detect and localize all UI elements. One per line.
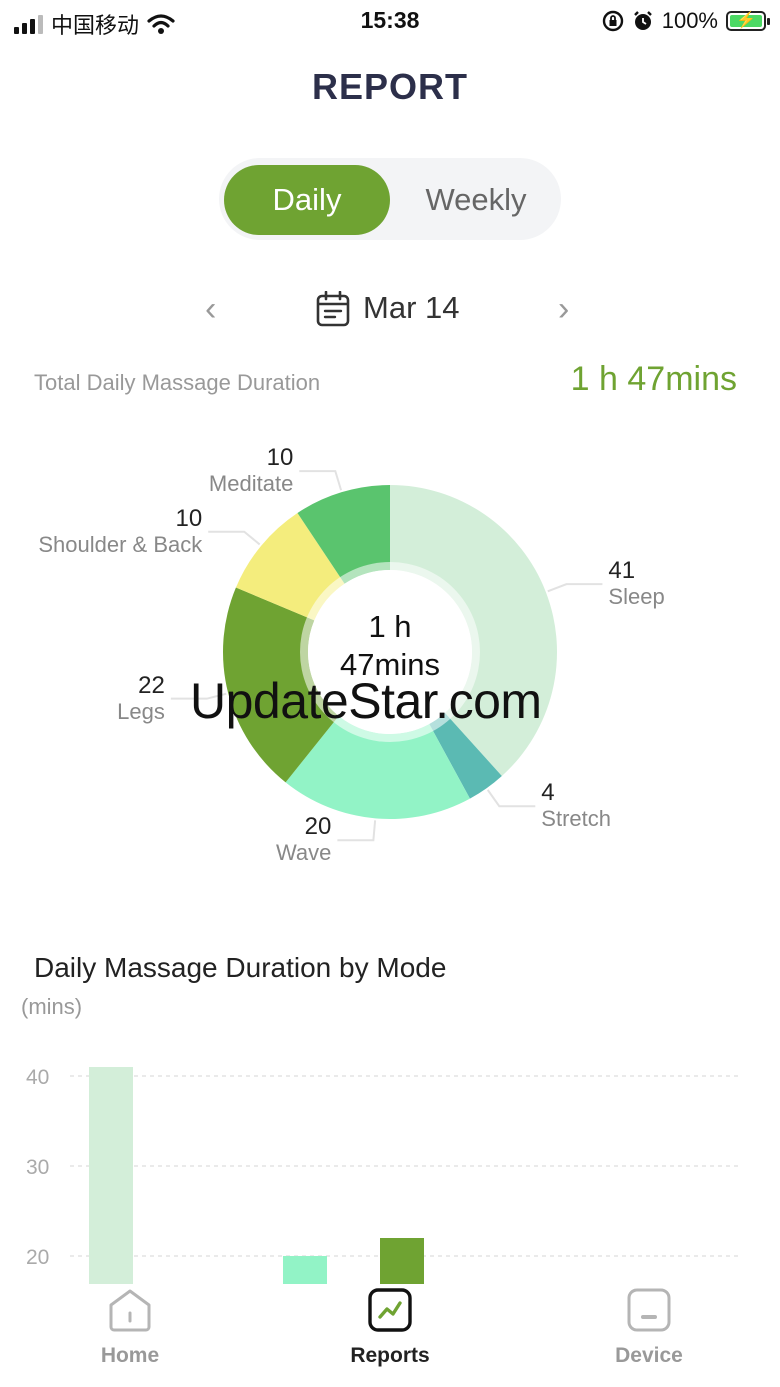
donut-label-name: Meditate xyxy=(208,471,294,497)
donut-label-value: 41 xyxy=(608,557,636,585)
bar-chart-title: Daily Massage Duration by Mode xyxy=(34,952,447,983)
donut-label-shoulder-back: 10 Shoulder & Back xyxy=(38,504,203,558)
rotation-lock-icon xyxy=(602,10,623,32)
nav-home[interactable]: Home xyxy=(60,1284,200,1368)
bar-chart-unit: (mins) xyxy=(21,994,83,1019)
donut-label-wave: 20 Wave xyxy=(276,814,331,866)
nav-reports-label: Reports xyxy=(350,1344,430,1367)
next-date-chevron-icon[interactable]: › xyxy=(558,290,569,329)
bar-tick-label-30: 30 xyxy=(26,1156,49,1179)
donut-label-value: 10 xyxy=(266,444,294,472)
donut-label-value: 22 xyxy=(138,671,165,699)
donut-label-value: 4 xyxy=(541,779,555,807)
donut-center-hours: 1 h xyxy=(368,609,412,644)
donut-leader-line-stretch xyxy=(486,789,536,808)
donut-leader-line-meditate xyxy=(299,470,343,491)
donut-label-name: Sleep xyxy=(608,584,665,610)
nav-reports[interactable]: Reports xyxy=(320,1284,460,1368)
donut-label-legs: 22 Legs xyxy=(117,671,165,725)
page-title: REPORT xyxy=(311,66,468,107)
previous-date-chevron-icon[interactable]: ‹ xyxy=(205,290,216,329)
battery-percent: 100% xyxy=(661,8,718,33)
battery-icon: ⚡ xyxy=(726,11,770,31)
donut-label-name: Wave xyxy=(275,840,332,866)
reports-icon xyxy=(368,1288,412,1332)
tab-daily[interactable]: Daily xyxy=(224,165,390,235)
bar-sleep xyxy=(89,1067,133,1284)
donut-label-stretch: 4 Stretch xyxy=(541,780,611,832)
nav-device-label: Device xyxy=(615,1344,683,1367)
bar-wave xyxy=(283,1256,327,1284)
home-icon xyxy=(109,1289,151,1332)
date-navigator: ‹ Mar 14 › xyxy=(0,288,780,332)
bar-tick-label-20: 20 xyxy=(26,1246,49,1269)
donut-label-value: 20 xyxy=(304,813,332,841)
alarm-icon xyxy=(633,11,652,30)
total-duration-label: Total Daily Massage Duration xyxy=(34,370,321,395)
nav-device[interactable]: Device xyxy=(579,1284,719,1368)
bar-tick-label-40: 40 xyxy=(26,1066,49,1089)
donut-label-sleep: 41 Sleep xyxy=(608,558,664,610)
tab-weekly[interactable]: Weekly xyxy=(393,165,559,235)
donut-label-name: Stretch xyxy=(541,806,611,832)
donut-leader-line-sleep xyxy=(547,583,603,593)
calendar-icon[interactable] xyxy=(316,291,350,327)
watermark-text: UpdateStar.com xyxy=(190,673,542,729)
mode-bar-chart: 40 30 20 xyxy=(26,1066,740,1284)
nav-home-label: Home xyxy=(100,1344,160,1367)
bottom-navigation: Home Reports Device xyxy=(0,1284,780,1387)
current-date: Mar 14 xyxy=(363,290,460,325)
donut-label-name: Legs xyxy=(117,698,165,724)
donut-label-name: Shoulder & Back xyxy=(38,531,203,557)
donut-label-meditate: 10 Meditate xyxy=(209,445,293,497)
device-icon xyxy=(627,1288,671,1332)
total-duration-value: 1 h 47mins xyxy=(570,360,737,398)
donut-leader-line-shoulder-back xyxy=(208,530,261,546)
status-right: 100% ⚡ xyxy=(602,8,770,34)
donut-label-value: 10 xyxy=(175,504,203,532)
donut-leader-line-wave xyxy=(337,820,377,842)
status-bar: 中国移动 15:38 100% ⚡ xyxy=(0,0,780,44)
bar-legs xyxy=(380,1238,424,1284)
period-toggle: Daily Weekly xyxy=(219,158,561,240)
